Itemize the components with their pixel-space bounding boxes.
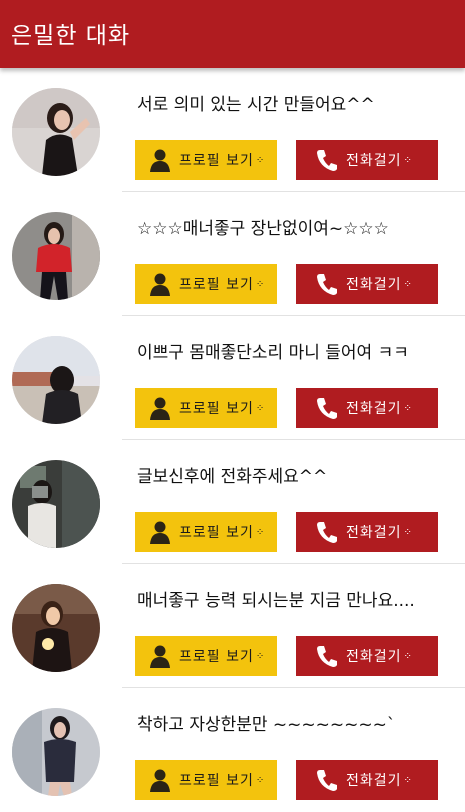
profile-button[interactable]: 프로필 보기 ⁘ [135, 760, 277, 800]
profile-button-label: 프로필 보기 [179, 153, 254, 169]
dots-icon: ⁘ [403, 774, 412, 786]
dots-icon: ⁘ [255, 402, 265, 414]
profile-button[interactable]: 프로필 보기 ⁘ [135, 512, 277, 552]
dots-icon: ⁘ [403, 402, 412, 414]
phone-icon [316, 272, 338, 296]
profile-button-label: 프로필 보기 [179, 649, 254, 665]
profile-button[interactable]: 프로필 보기 ⁘ [135, 388, 277, 428]
call-button-label: 전화걸기 [346, 277, 402, 293]
profile-list: 서로 의미 있는 시간 만들어요^^ 프로필 보기 ⁘ 전화걸기 ⁘ ☆☆☆매너… [0, 68, 465, 812]
call-button[interactable]: 전화걸기 ⁘ [296, 388, 438, 428]
call-button[interactable]: 전화걸기 ⁘ [296, 760, 438, 800]
message-text: 착하고 자상한분만 ~~~~~~~~` [137, 715, 396, 735]
call-button[interactable]: 전화걸기 ⁘ [296, 512, 438, 552]
call-button-label: 전화걸기 [346, 649, 402, 665]
page-title: 은밀한 대화 [11, 23, 131, 49]
dots-icon: ⁘ [403, 526, 412, 538]
call-button[interactable]: 전화걸기 ⁘ [296, 636, 438, 676]
call-button[interactable]: 전화걸기 ⁘ [296, 264, 438, 304]
phone-icon [316, 148, 338, 172]
avatar[interactable] [12, 584, 100, 672]
call-button-label: 전화걸기 [346, 401, 402, 417]
call-button-label: 전화걸기 [346, 153, 402, 169]
phone-icon [316, 396, 338, 420]
avatar[interactable] [12, 212, 100, 300]
profile-button[interactable]: 프로필 보기 ⁘ [135, 140, 277, 180]
dots-icon: ⁘ [255, 774, 265, 786]
list-item: 매너좋구 능력 되시는분 지금 만나요.... 프로필 보기 ⁘ 전화걸기 ⁘ [0, 564, 465, 688]
call-button[interactable]: 전화걸기 ⁘ [296, 140, 438, 180]
message-text: 이쁘구 몸매좋단소리 마니 들어여 ㅋㅋ [137, 343, 409, 363]
dots-icon: ⁘ [255, 154, 265, 166]
person-icon [149, 396, 171, 420]
list-item: 이쁘구 몸매좋단소리 마니 들어여 ㅋㅋ 프로필 보기 ⁘ 전화걸기 ⁘ [0, 316, 465, 440]
dots-icon: ⁘ [255, 526, 265, 538]
message-text: 매너좋구 능력 되시는분 지금 만나요.... [137, 591, 415, 611]
list-item: 착하고 자상한분만 ~~~~~~~~` 프로필 보기 ⁘ 전화걸기 ⁘ [0, 688, 465, 812]
profile-button-label: 프로필 보기 [179, 773, 254, 789]
list-item: 서로 의미 있는 시간 만들어요^^ 프로필 보기 ⁘ 전화걸기 ⁘ [0, 68, 465, 192]
dots-icon: ⁘ [255, 278, 265, 290]
avatar[interactable] [12, 708, 100, 796]
phone-icon [316, 644, 338, 668]
profile-button-label: 프로필 보기 [179, 401, 254, 417]
person-icon [149, 520, 171, 544]
dots-icon: ⁘ [403, 278, 412, 290]
avatar[interactable] [12, 460, 100, 548]
profile-button-label: 프로필 보기 [179, 277, 254, 293]
app-bar: 은밀한 대화 [0, 0, 465, 68]
person-icon [149, 148, 171, 172]
person-icon [149, 272, 171, 296]
avatar[interactable] [12, 336, 100, 424]
call-button-label: 전화걸기 [346, 773, 402, 789]
message-text: 서로 의미 있는 시간 만들어요^^ [137, 95, 375, 115]
person-icon [149, 644, 171, 668]
message-text: ☆☆☆매너좋구 장난없이여~☆☆☆ [137, 219, 389, 239]
dots-icon: ⁘ [403, 154, 412, 166]
profile-button[interactable]: 프로필 보기 ⁘ [135, 264, 277, 304]
dots-icon: ⁘ [403, 650, 412, 662]
person-icon [149, 768, 171, 792]
avatar[interactable] [12, 88, 100, 176]
list-item: ☆☆☆매너좋구 장난없이여~☆☆☆ 프로필 보기 ⁘ 전화걸기 ⁘ [0, 192, 465, 316]
phone-icon [316, 520, 338, 544]
call-button-label: 전화걸기 [346, 525, 402, 541]
list-item: 글보신후에 전화주세요^^ 프로필 보기 ⁘ 전화걸기 ⁘ [0, 440, 465, 564]
profile-button-label: 프로필 보기 [179, 525, 254, 541]
message-text: 글보신후에 전화주세요^^ [137, 467, 328, 487]
phone-icon [316, 768, 338, 792]
dots-icon: ⁘ [255, 650, 265, 662]
profile-button[interactable]: 프로필 보기 ⁘ [135, 636, 277, 676]
